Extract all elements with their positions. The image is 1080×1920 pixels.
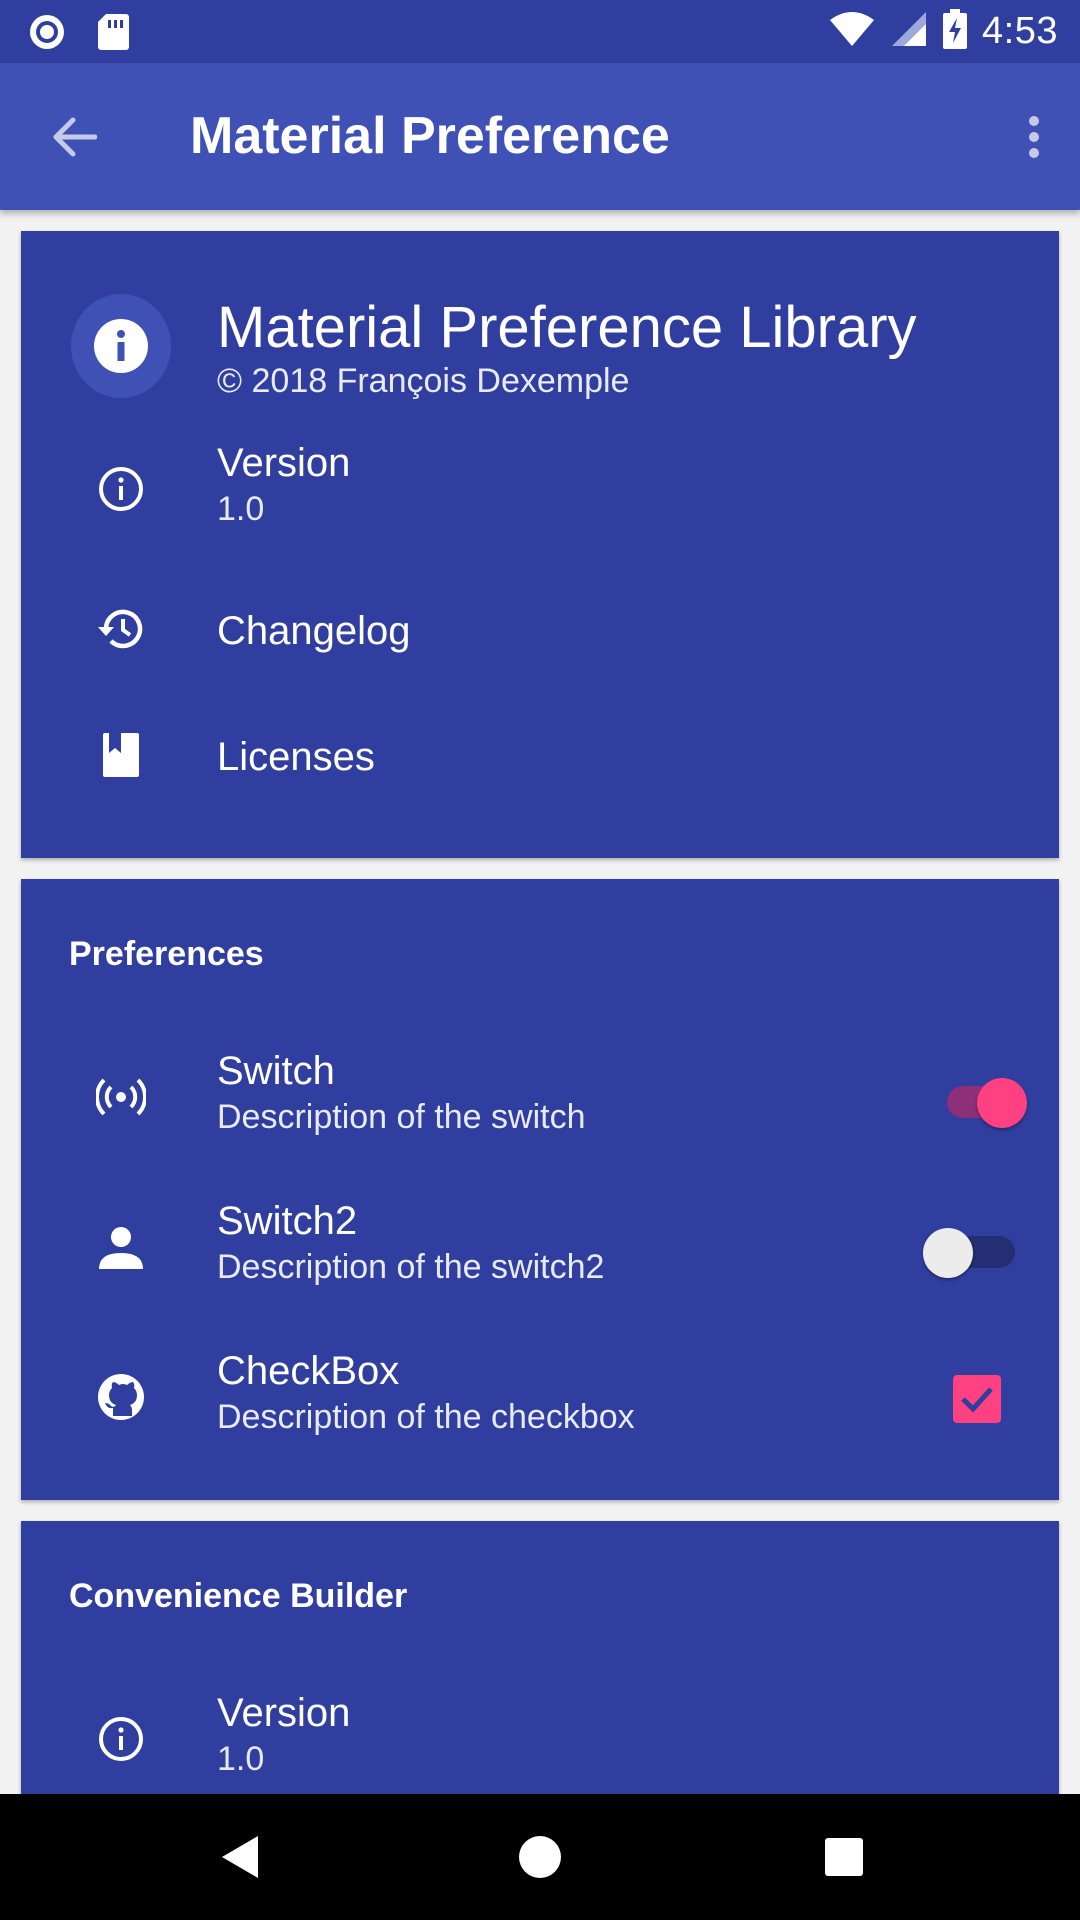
sd-card-icon <box>96 12 130 57</box>
notification-circle-icon <box>28 13 66 56</box>
system-navigation-bar <box>0 1794 1080 1920</box>
status-bar: 4:53 <box>0 0 1080 63</box>
convenience-builder-header: Convenience Builder <box>69 1577 408 1615</box>
about-card: Material Preference Library © 2018 Franç… <box>21 231 1059 858</box>
switch-description: Description of the switch <box>217 1098 586 1136</box>
preferences-header: Preferences <box>69 935 264 973</box>
info-badge-icon <box>71 294 171 398</box>
switch2-title: Switch2 <box>217 1199 358 1243</box>
about-header: Material Preference Library © 2018 Franç… <box>21 291 1059 401</box>
status-time: 4:53 <box>982 10 1058 52</box>
info-outline-icon <box>97 465 145 518</box>
checkbox-checked[interactable] <box>953 1375 1001 1423</box>
builder-version-value: 1.0 <box>217 1740 265 1778</box>
person-icon <box>97 1223 145 1276</box>
switch-row[interactable]: Switch Description of the switch <box>21 1039 1059 1159</box>
wifi-tethering-icon <box>94 1077 148 1122</box>
copyright-text: © 2018 François Dexemple <box>217 362 630 400</box>
history-icon <box>96 605 146 658</box>
recents-square-icon[interactable] <box>814 1827 874 1887</box>
licenses-title: Licenses <box>217 735 375 779</box>
checkbox-row[interactable]: CheckBox Description of the checkbox <box>21 1339 1059 1459</box>
back-arrow-icon[interactable] <box>44 109 104 165</box>
checkbox-description: Description of the checkbox <box>217 1398 635 1436</box>
book-icon <box>101 731 141 784</box>
info-outline-icon <box>97 1715 145 1768</box>
licenses-row[interactable]: Licenses <box>21 707 1059 807</box>
switch2-row[interactable]: Switch2 Description of the switch2 <box>21 1189 1059 1309</box>
more-vert-icon[interactable] <box>1004 107 1064 167</box>
wifi-signal-icon <box>828 10 876 53</box>
switch-title: Switch <box>217 1049 335 1093</box>
checkbox-title: CheckBox <box>217 1349 400 1393</box>
builder-version-title: Version <box>217 1691 351 1735</box>
battery-charging-icon <box>942 9 968 54</box>
convenience-builder-card: Convenience Builder Version 1.0 <box>21 1521 1059 1794</box>
version-title: Version <box>217 441 351 485</box>
cell-signal-icon <box>890 10 928 53</box>
back-triangle-icon[interactable] <box>210 1827 270 1887</box>
changelog-row[interactable]: Changelog <box>21 581 1059 681</box>
changelog-title: Changelog <box>217 609 411 653</box>
builder-version-row[interactable]: Version 1.0 <box>21 1681 1059 1794</box>
app-bar: Material Preference <box>0 63 1080 210</box>
switch2-toggle-off[interactable] <box>921 1222 1015 1278</box>
preferences-list[interactable]: Material Preference Library © 2018 Franç… <box>0 210 1080 1794</box>
version-row[interactable]: Version 1.0 <box>21 431 1059 551</box>
library-title: Material Preference Library <box>217 295 917 360</box>
version-value: 1.0 <box>217 490 265 528</box>
github-icon <box>96 1372 146 1427</box>
switch-toggle-on[interactable] <box>941 1072 1031 1128</box>
switch2-description: Description of the switch2 <box>217 1248 605 1286</box>
page-title: Material Preference <box>190 107 670 165</box>
check-icon <box>961 1387 993 1413</box>
preferences-card: Preferences Switch Description of the sw… <box>21 879 1059 1500</box>
home-circle-icon[interactable] <box>510 1827 570 1887</box>
